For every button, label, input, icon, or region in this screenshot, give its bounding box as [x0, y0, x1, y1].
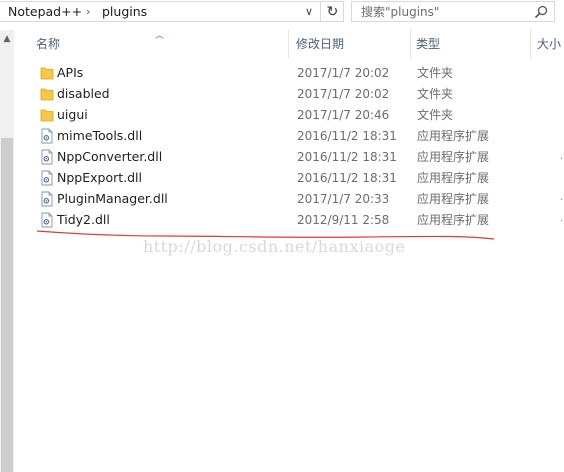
- file-name[interactable]: PluginManager.dll: [57, 191, 168, 207]
- size-cell-clipped: ·: [560, 154, 564, 165]
- file-name[interactable]: disabled: [57, 86, 110, 102]
- file-modified-date: 2017/1/7 20:02: [297, 66, 390, 80]
- column-date[interactable]: 修改日期: [290, 30, 410, 56]
- column-size[interactable]: 大小: [531, 30, 564, 56]
- file-name[interactable]: uigui: [57, 107, 88, 123]
- file-modified-date: 2016/11/2 18:31: [297, 171, 397, 185]
- right-edge: [558, 56, 564, 472]
- dll-file-icon: [41, 191, 53, 207]
- breadcrumb-plugins[interactable]: plugins: [102, 4, 147, 20]
- breadcrumb-notepad[interactable]: Notepad++: [8, 4, 82, 20]
- vertical-scrollbar[interactable]: ▲: [0, 30, 14, 472]
- file-modified-date: 2012/9/11 2:58: [297, 213, 390, 227]
- column-type[interactable]: 类型: [410, 30, 530, 56]
- address-bar[interactable]: Notepad++ › plugins ∨ ↻: [0, 1, 344, 22]
- dll-file-icon: [41, 170, 53, 186]
- file-row[interactable]: NppConverter.dll 2016/11/2 18:31 应用程序扩展: [36, 147, 556, 168]
- file-row[interactable]: uigui 2017/1/7 20:46 文件夹: [36, 105, 556, 126]
- column-header: ︿ 名称 修改日期 类型 大小: [22, 30, 564, 58]
- file-row[interactable]: NppExport.dll 2016/11/2 18:31 应用程序扩展: [36, 168, 556, 189]
- file-row[interactable]: APIs 2017/1/7 20:02 文件夹: [36, 63, 556, 84]
- file-type: 应用程序扩展: [417, 129, 490, 143]
- search-icon[interactable]: [533, 4, 549, 20]
- folder-icon: [40, 67, 54, 80]
- column-name[interactable]: 名称: [30, 30, 288, 56]
- file-type: 应用程序扩展: [417, 171, 490, 185]
- file-modified-date: 2017/1/7 20:02: [297, 87, 390, 101]
- folder-icon: [40, 88, 54, 101]
- file-modified-date: 2016/11/2 18:31: [297, 129, 397, 143]
- file-row[interactable]: mimeTools.dll 2016/11/2 18:31 应用程序扩展: [36, 126, 556, 147]
- file-modified-date: 2017/1/7 20:46: [297, 108, 390, 122]
- file-type: 应用程序扩展: [417, 213, 490, 227]
- dll-file-icon: [41, 212, 53, 228]
- size-cell-clipped: ·: [560, 195, 564, 206]
- breadcrumb-separator[interactable]: ›: [86, 4, 90, 20]
- file-name[interactable]: NppConverter.dll: [57, 149, 162, 165]
- dll-file-icon: [41, 128, 53, 144]
- folder-icon: [40, 109, 54, 122]
- file-type: 文件夹: [417, 108, 454, 122]
- file-name[interactable]: Tidy2.dll: [57, 212, 110, 228]
- address-dropdown-icon[interactable]: ∨: [298, 2, 320, 21]
- file-type: 文件夹: [417, 87, 454, 101]
- search-placeholder[interactable]: 搜索"plugins": [361, 4, 439, 20]
- file-name[interactable]: mimeTools.dll: [57, 128, 142, 144]
- refresh-icon[interactable]: ↻: [320, 2, 344, 21]
- search-box[interactable]: 搜索"plugins": [351, 1, 555, 22]
- file-name[interactable]: NppExport.dll: [57, 170, 142, 186]
- column-divider[interactable]: [288, 30, 289, 58]
- file-row[interactable]: disabled 2017/1/7 20:02 文件夹: [36, 84, 556, 105]
- watermark-text: http://blog.csdn.net/hanxiaoge: [143, 237, 406, 256]
- file-type: 文件夹: [417, 66, 454, 80]
- file-row[interactable]: PluginManager.dll 2017/1/7 20:33 应用程序扩展: [36, 189, 556, 210]
- file-name[interactable]: APIs: [57, 65, 83, 81]
- scroll-thumb[interactable]: [1, 138, 13, 472]
- file-type: 应用程序扩展: [417, 150, 490, 164]
- top-bar: Notepad++ › plugins ∨ ↻ 搜索"plugins": [0, 0, 564, 24]
- file-type: 应用程序扩展: [417, 192, 490, 206]
- size-cell-clipped: ·: [560, 216, 564, 227]
- dll-file-icon: [41, 149, 53, 165]
- file-modified-date: 2017/1/7 20:33: [297, 192, 390, 206]
- scroll-up-icon[interactable]: ▲: [0, 30, 14, 47]
- file-modified-date: 2016/11/2 18:31: [297, 150, 397, 164]
